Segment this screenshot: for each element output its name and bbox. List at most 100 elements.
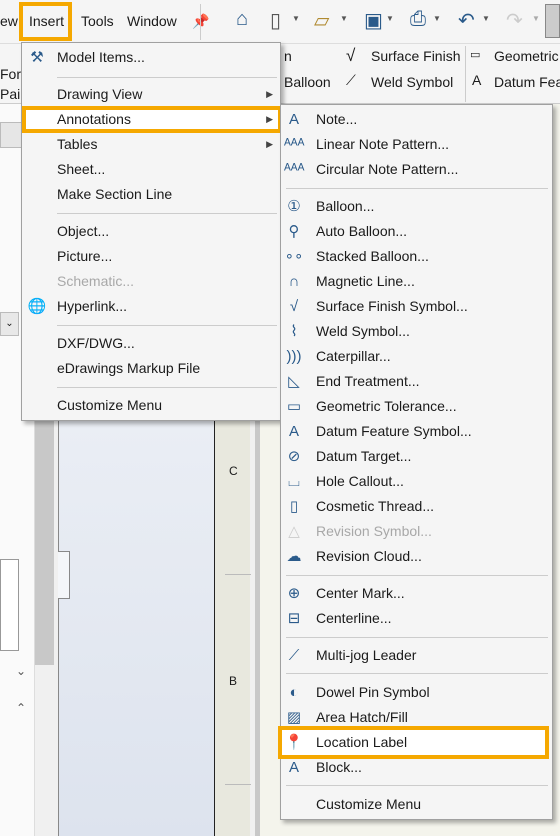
menu-item-annotations[interactable]: Annotations ▶ bbox=[21, 107, 281, 132]
menu-item-schematic: Schematic... bbox=[21, 269, 281, 294]
model-items-icon: ⚒ bbox=[30, 49, 44, 66]
menu-item-datum-target[interactable]: ⊘ Datum Target... bbox=[280, 444, 550, 469]
menu-item-end-treatment[interactable]: ◺ End Treatment... bbox=[280, 369, 550, 394]
divider bbox=[465, 46, 466, 102]
menu-item-object[interactable]: Object... bbox=[21, 219, 281, 244]
menu-item-dowel-pin-symbol[interactable]: ◐ Dowel Pin Symbol bbox=[280, 680, 550, 705]
menu-window[interactable]: Window bbox=[127, 13, 177, 29]
cosmetic-thread-icon: ▯ bbox=[289, 498, 299, 515]
ribbon-balloon[interactable]: Balloon bbox=[284, 74, 331, 90]
ribbon-datum-feature[interactable]: Datum Fea bbox=[494, 74, 560, 90]
chevron-down-icon[interactable]: ⌄ bbox=[16, 664, 26, 678]
datum-feature-icon: A bbox=[472, 72, 482, 88]
chevron-down-icon[interactable]: ▼ bbox=[433, 14, 441, 23]
menu-item-customize-menu[interactable]: Customize Menu bbox=[21, 393, 281, 418]
menu-item-label: Center Mark... bbox=[316, 585, 405, 601]
ribbon-item[interactable]: n bbox=[284, 48, 292, 64]
block-icon: A bbox=[288, 759, 299, 776]
chevron-down-icon[interactable]: ▼ bbox=[386, 14, 394, 23]
menu-item-label: Auto Balloon... bbox=[316, 223, 408, 239]
new-document-icon[interactable]: ▯ bbox=[270, 8, 281, 33]
geometric-tolerance-icon: ▭ bbox=[470, 49, 481, 61]
chevron-right-icon: ▶ bbox=[266, 114, 273, 124]
menu-tools[interactable]: Tools bbox=[81, 13, 114, 29]
menu-item-linear-note-pattern[interactable]: ᴬᴬᴬ Linear Note Pattern... bbox=[280, 132, 550, 157]
menu-item-tables[interactable]: Tables ▶ bbox=[21, 132, 281, 157]
menu-item-block[interactable]: A Block... bbox=[280, 755, 550, 780]
menu-item-label: Surface Finish Symbol... bbox=[316, 298, 468, 314]
menu-item-cosmetic-thread[interactable]: ▯ Cosmetic Thread... bbox=[280, 494, 550, 519]
surface-finish-icon: √ bbox=[346, 46, 356, 65]
geometric-tolerance-icon: ▭ bbox=[286, 398, 302, 415]
menu-item-label: Circular Note Pattern... bbox=[316, 161, 459, 177]
menu-item-sheet[interactable]: Sheet... bbox=[21, 157, 281, 182]
open-folder-icon[interactable]: ▱ bbox=[314, 8, 329, 33]
menu-item-label: Datum Feature Symbol... bbox=[316, 423, 472, 439]
save-icon[interactable]: ▣ bbox=[364, 8, 383, 33]
menu-item-label: Location Label bbox=[316, 734, 408, 750]
menu-item-balloon[interactable]: ① Balloon... bbox=[280, 194, 550, 219]
toolbar-button[interactable] bbox=[545, 4, 560, 38]
menu-item-dxf-dwg[interactable]: DXF/DWG... bbox=[21, 331, 281, 356]
chevron-down-icon[interactable]: ▼ bbox=[482, 14, 490, 23]
menu-separator bbox=[286, 673, 548, 674]
menu-item-label: Balloon... bbox=[316, 198, 375, 214]
menu-insert[interactable]: Insert bbox=[29, 13, 64, 29]
chevron-right-icon: ▶ bbox=[266, 89, 273, 99]
scrollbar[interactable] bbox=[35, 380, 54, 665]
menu-item-multi-jog-leader[interactable]: ⟋ Multi-jog Leader bbox=[280, 643, 550, 668]
menu-item-label: Sheet... bbox=[57, 161, 106, 177]
menu-item-label: Picture... bbox=[57, 248, 113, 264]
menu-item-caterpillar[interactable]: ))) Caterpillar... bbox=[280, 344, 550, 369]
chevron-down-icon[interactable]: ⌄ bbox=[0, 312, 19, 336]
weld-symbol-icon: ⌇ bbox=[290, 323, 298, 340]
ribbon-geometric-tolerance[interactable]: Geometric bbox=[494, 48, 559, 64]
centerline-icon: ⊟ bbox=[287, 610, 301, 627]
menu-separator bbox=[286, 785, 548, 786]
datum-target-icon: ⊘ bbox=[287, 448, 301, 465]
menu-item-note[interactable]: A Note... bbox=[280, 107, 550, 132]
ribbon-surface-finish[interactable]: Surface Finish bbox=[371, 48, 460, 64]
linear-note-pattern-icon: ᴬᴬᴬ bbox=[284, 136, 305, 153]
center-mark-icon: ⊕ bbox=[287, 585, 301, 602]
menu-item-centerline[interactable]: ⊟ Centerline... bbox=[280, 606, 550, 631]
menu-item-stacked-balloon[interactable]: ∘∘ Stacked Balloon... bbox=[280, 244, 550, 269]
menu-item-auto-balloon[interactable]: ⚲ Auto Balloon... bbox=[280, 219, 550, 244]
zone-label-c: C bbox=[229, 464, 238, 478]
menu-item-hyperlink[interactable]: 🌐 Hyperlink... bbox=[21, 294, 281, 319]
chevron-down-icon[interactable]: ▼ bbox=[340, 14, 348, 23]
end-treatment-icon: ◺ bbox=[288, 373, 300, 390]
print-icon[interactable]: ⎙ bbox=[410, 8, 426, 31]
menu-item-customize-menu[interactable]: Customize Menu bbox=[280, 792, 550, 817]
menu-item-weld-symbol[interactable]: ⌇ Weld Symbol... bbox=[280, 319, 550, 344]
chevron-up-icon[interactable]: ⌃ bbox=[16, 701, 26, 715]
panel-handle[interactable] bbox=[58, 551, 70, 599]
divider bbox=[200, 4, 201, 40]
menu-item-hole-callout[interactable]: ⌴ Hole Callout... bbox=[280, 469, 550, 494]
menu-item-center-mark[interactable]: ⊕ Center Mark... bbox=[280, 581, 550, 606]
menu-item-label: eDrawings Markup File bbox=[57, 360, 201, 376]
menu-item-location-label[interactable]: 📍 Location Label bbox=[280, 730, 550, 755]
location-label-icon: 📍 bbox=[284, 734, 304, 751]
hole-callout-icon: ⌴ bbox=[287, 473, 300, 490]
menu-item-picture[interactable]: Picture... bbox=[21, 244, 281, 269]
menu-item-magnetic-line[interactable]: ∩ Magnetic Line... bbox=[280, 269, 550, 294]
chevron-down-icon[interactable]: ▼ bbox=[292, 14, 300, 23]
home-icon[interactable]: ⌂ bbox=[236, 8, 248, 31]
menu-item-drawing-view[interactable]: Drawing View ▶ bbox=[21, 82, 281, 107]
menu-item-surface-finish-symbol[interactable]: √ Surface Finish Symbol... bbox=[280, 294, 550, 319]
ribbon-weld-symbol[interactable]: Weld Symbol bbox=[371, 74, 453, 90]
dowel-pin-symbol-icon: ◐ bbox=[289, 684, 299, 701]
menu-item-circular-note-pattern[interactable]: ᴬᴬᴬ Circular Note Pattern... bbox=[280, 157, 550, 182]
menu-item-datum-feature-symbol[interactable]: A Datum Feature Symbol... bbox=[280, 419, 550, 444]
menu-item-area-hatch-fill[interactable]: ▨ Area Hatch/Fill bbox=[280, 705, 550, 730]
menu-item-edrawings-markup-file[interactable]: eDrawings Markup File bbox=[21, 356, 281, 381]
menu-view[interactable]: ew bbox=[0, 13, 18, 29]
undo-icon[interactable]: ↶ bbox=[458, 8, 475, 33]
menu-item-model-items[interactable]: ⚒ Model Items... bbox=[21, 45, 281, 70]
menu-item-geometric-tolerance[interactable]: ▭ Geometric Tolerance... bbox=[280, 394, 550, 419]
menu-item-revision-cloud[interactable]: ☁ Revision Cloud... bbox=[280, 544, 550, 569]
menu-item-make-section-line[interactable]: Make Section Line bbox=[21, 182, 281, 207]
menu-item-label: Note... bbox=[316, 111, 358, 127]
stacked-balloon-icon: ∘∘ bbox=[284, 248, 304, 265]
